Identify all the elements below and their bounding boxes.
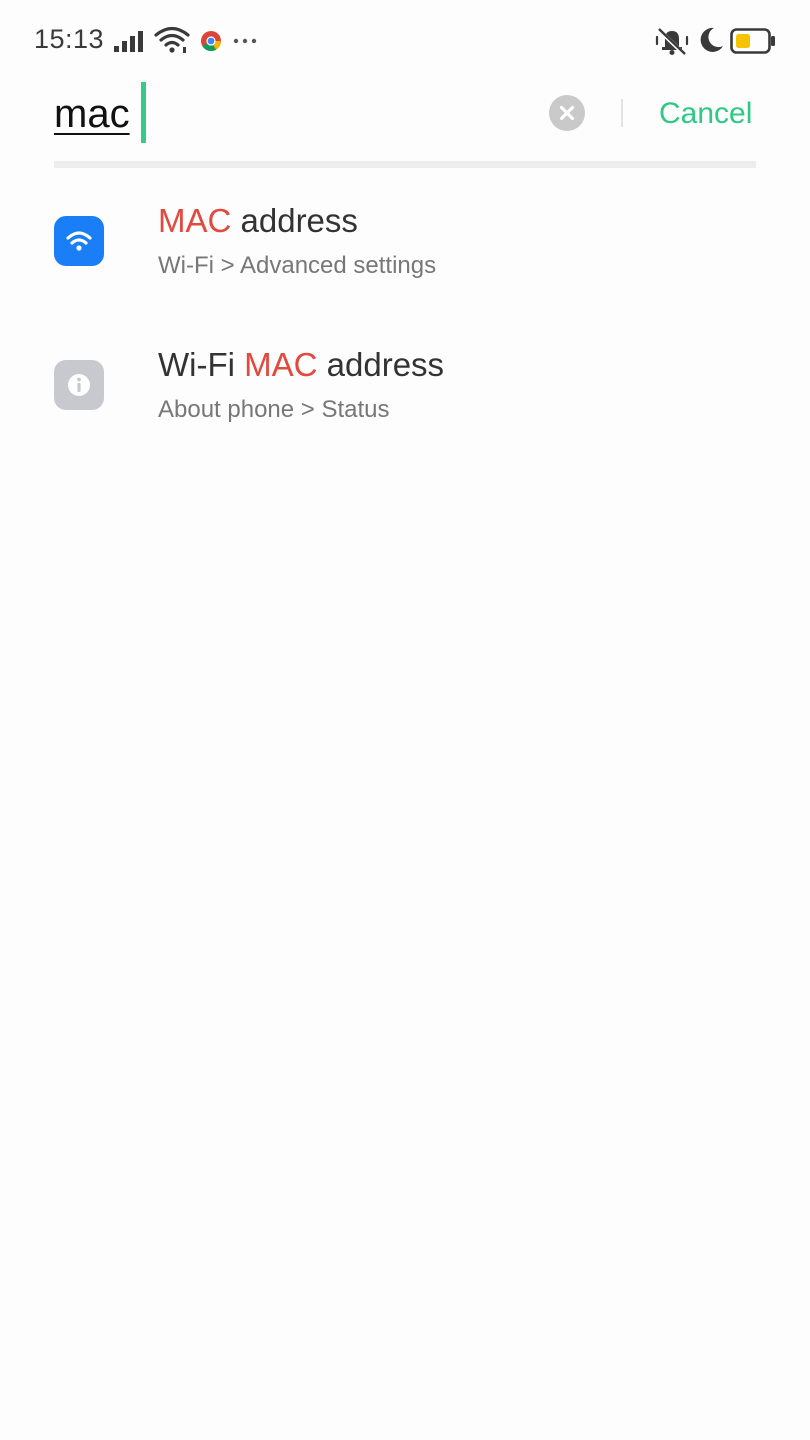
cancel-button[interactable]: Cancel [659,94,752,134]
search-result-wifi-mac-address[interactable]: Wi-Fi MAC address About phone > Status [0,316,810,456]
search-input[interactable]: mac [54,82,130,146]
more-dots-icon [233,38,257,44]
status-bar: 15:13 [0,0,810,82]
result-title: Wi-Fi MAC address [158,346,444,384]
status-time: 15:13 [34,24,105,54]
info-icon [54,360,104,410]
search-divider [621,99,623,127]
result-title-prefix: Wi-Fi [158,346,245,383]
chrome-icon [198,28,224,54]
text-caret [141,82,146,143]
result-title-highlight: MAC [158,202,232,239]
moon-icon [700,27,723,52]
result-path: About phone > Status [158,396,390,423]
battery-icon [730,28,775,54]
signal-icon [114,31,143,52]
clear-search-button[interactable] [549,95,585,131]
search-result-mac-address[interactable]: MAC address Wi-Fi > Advanced settings [0,172,810,312]
result-title-highlight: MAC [244,346,318,383]
close-icon [559,105,575,121]
wifi-icon [54,216,104,266]
result-title-suffix: address [317,346,445,383]
wifi-icon [154,26,190,53]
result-title-suffix: address [231,202,358,239]
vibrate-off-icon [655,27,689,56]
result-title: MAC address [158,202,358,240]
result-path: Wi-Fi > Advanced settings [158,252,437,279]
search-underline [54,161,756,168]
